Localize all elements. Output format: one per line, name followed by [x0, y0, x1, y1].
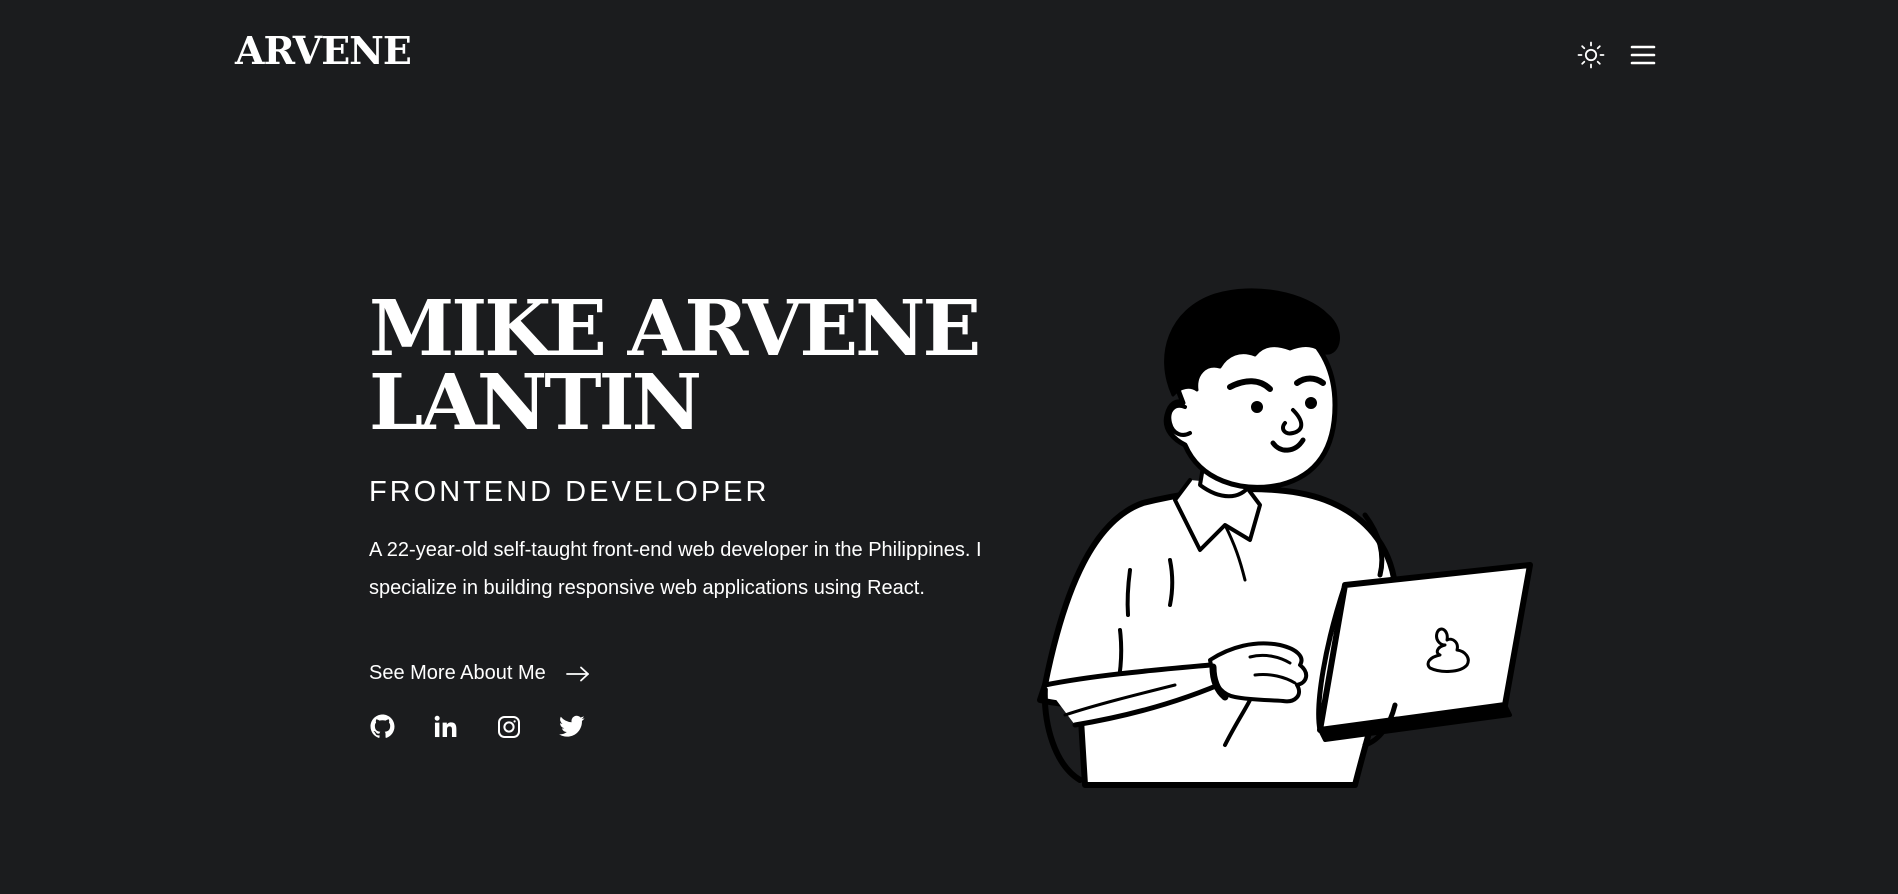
hero-name-line2: LANTIN	[369, 358, 702, 448]
social-links	[369, 713, 1009, 740]
header-actions	[1576, 40, 1658, 70]
developer-illustration	[1035, 285, 1535, 795]
linkedin-link[interactable]	[432, 713, 459, 740]
page: ARVENE MIKE ARVENE LANTIN FRONTEND DEVEL…	[0, 0, 1898, 894]
hero-role: FRONTEND DEVELOPER	[369, 476, 770, 508]
arrow-right-icon	[565, 666, 589, 681]
hero-name: MIKE ARVENE LANTIN	[369, 284, 1009, 448]
twitter-icon	[558, 715, 585, 737]
theme-toggle-button[interactable]	[1576, 40, 1606, 70]
cta-label: See More About Me	[369, 662, 546, 684]
site-logo[interactable]: ARVENE	[235, 32, 412, 70]
linkedin-icon	[434, 715, 457, 738]
see-more-about-me-link[interactable]: See More About Me	[369, 662, 590, 685]
hamburger-menu-icon	[1630, 45, 1656, 65]
developer-with-laptop-illustration	[1037, 288, 1533, 788]
sun-icon	[1577, 41, 1605, 69]
twitter-link[interactable]	[558, 713, 585, 740]
hero-section: MIKE ARVENE LANTIN FRONTEND DEVELOPER A …	[369, 284, 1009, 740]
github-icon	[370, 714, 395, 738]
hero-name-line1: MIKE ARVENE	[369, 284, 981, 374]
hero-bio: A 22-year-old self-taught front-end web …	[369, 539, 982, 599]
instagram-icon	[497, 715, 520, 738]
menu-button[interactable]	[1628, 40, 1658, 70]
github-link[interactable]	[369, 713, 396, 740]
instagram-link[interactable]	[495, 713, 522, 740]
